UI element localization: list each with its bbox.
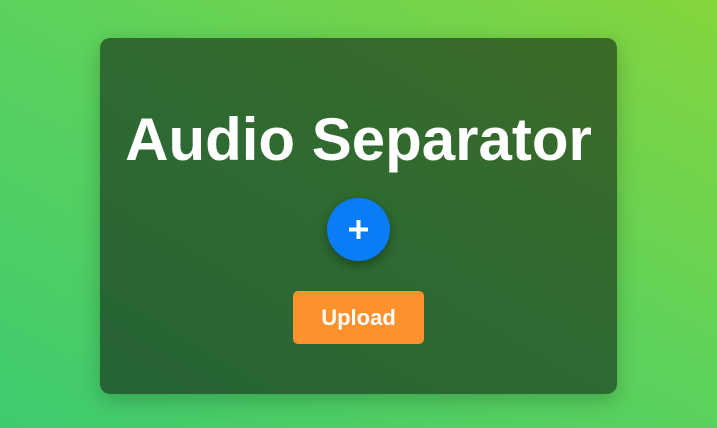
plus-icon	[349, 220, 368, 239]
page-title: Audio Separator	[125, 106, 592, 173]
upload-button[interactable]: Upload	[293, 291, 424, 344]
audio-separator-card: Audio Separator Upload	[100, 38, 617, 394]
add-file-button[interactable]	[327, 198, 390, 261]
